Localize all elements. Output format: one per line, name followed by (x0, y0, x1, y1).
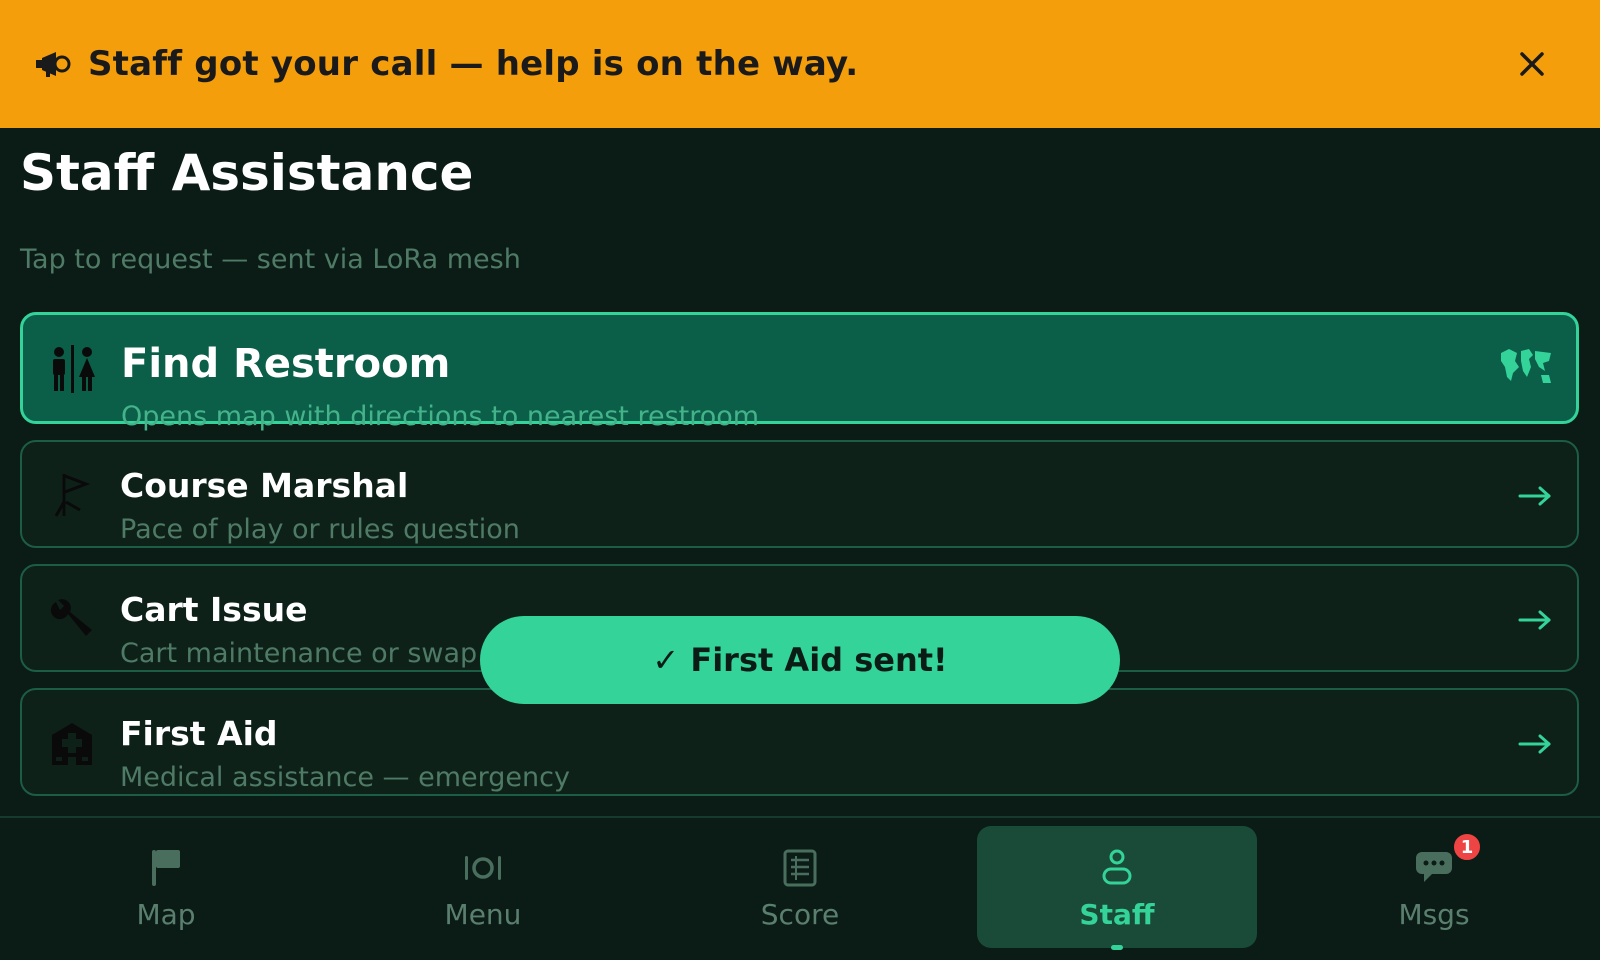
nav-item-staff[interactable]: Staff (977, 826, 1257, 950)
option-title: Cart Issue (120, 590, 308, 629)
banner-message: Staff got your call — help is on the way… (88, 44, 859, 84)
nav-label: Msgs (1398, 898, 1470, 931)
dining-icon (461, 846, 505, 890)
hospital-icon (46, 718, 98, 770)
nav-item-map[interactable]: Map (26, 826, 306, 948)
notification-banner: Staff got your call — help is on the way… (0, 0, 1600, 128)
flag-icon (144, 846, 188, 890)
page-subtitle: Tap to request — sent via LoRa mesh (20, 244, 521, 275)
option-find-restroom[interactable]: Find Restroom Opens map with directions … (20, 312, 1579, 432)
megaphone-icon (34, 44, 74, 84)
arrow-right-icon (1515, 600, 1555, 640)
page-title: Staff Assistance (20, 144, 474, 202)
unread-badge: 1 (1452, 832, 1482, 862)
nav-label: Staff (1079, 898, 1155, 931)
toast-notification: ✓ First Aid sent! (480, 616, 1120, 704)
nav-item-msgs[interactable]: 1 Msgs (1294, 826, 1574, 948)
option-title: First Aid (120, 714, 278, 753)
bottom-nav: Map Menu Score Staff 1 Msgs (0, 816, 1600, 960)
nav-item-menu[interactable]: Menu (343, 826, 623, 948)
restroom-icon (47, 343, 99, 395)
wrench-icon (46, 594, 98, 646)
option-title: Find Restroom (121, 341, 451, 387)
option-course-marshal[interactable]: Course Marshal Pace of play or rules que… (20, 440, 1579, 548)
world-map-icon (1498, 347, 1554, 387)
arrow-right-icon (1515, 724, 1555, 764)
option-title: Course Marshal (120, 466, 409, 505)
arrow-right-icon (1515, 476, 1555, 516)
chat-icon: 1 (1412, 832, 1482, 890)
option-description: Pace of play or rules question (120, 514, 520, 545)
nav-label: Map (136, 898, 196, 931)
nav-item-score[interactable]: Score (660, 826, 940, 948)
option-first-aid[interactable]: First Aid Medical assistance — emergency (20, 688, 1579, 796)
option-description: Medical assistance — emergency (120, 762, 570, 793)
active-indicator (1111, 945, 1123, 950)
nav-label: Menu (444, 898, 522, 931)
option-description: Opens map with directions to nearest res… (121, 401, 760, 432)
golf-flag-icon (46, 470, 98, 522)
scorecard-icon (778, 846, 822, 890)
close-icon[interactable] (1504, 36, 1560, 92)
staff-person-icon (1095, 846, 1139, 890)
nav-label: Score (760, 898, 840, 931)
